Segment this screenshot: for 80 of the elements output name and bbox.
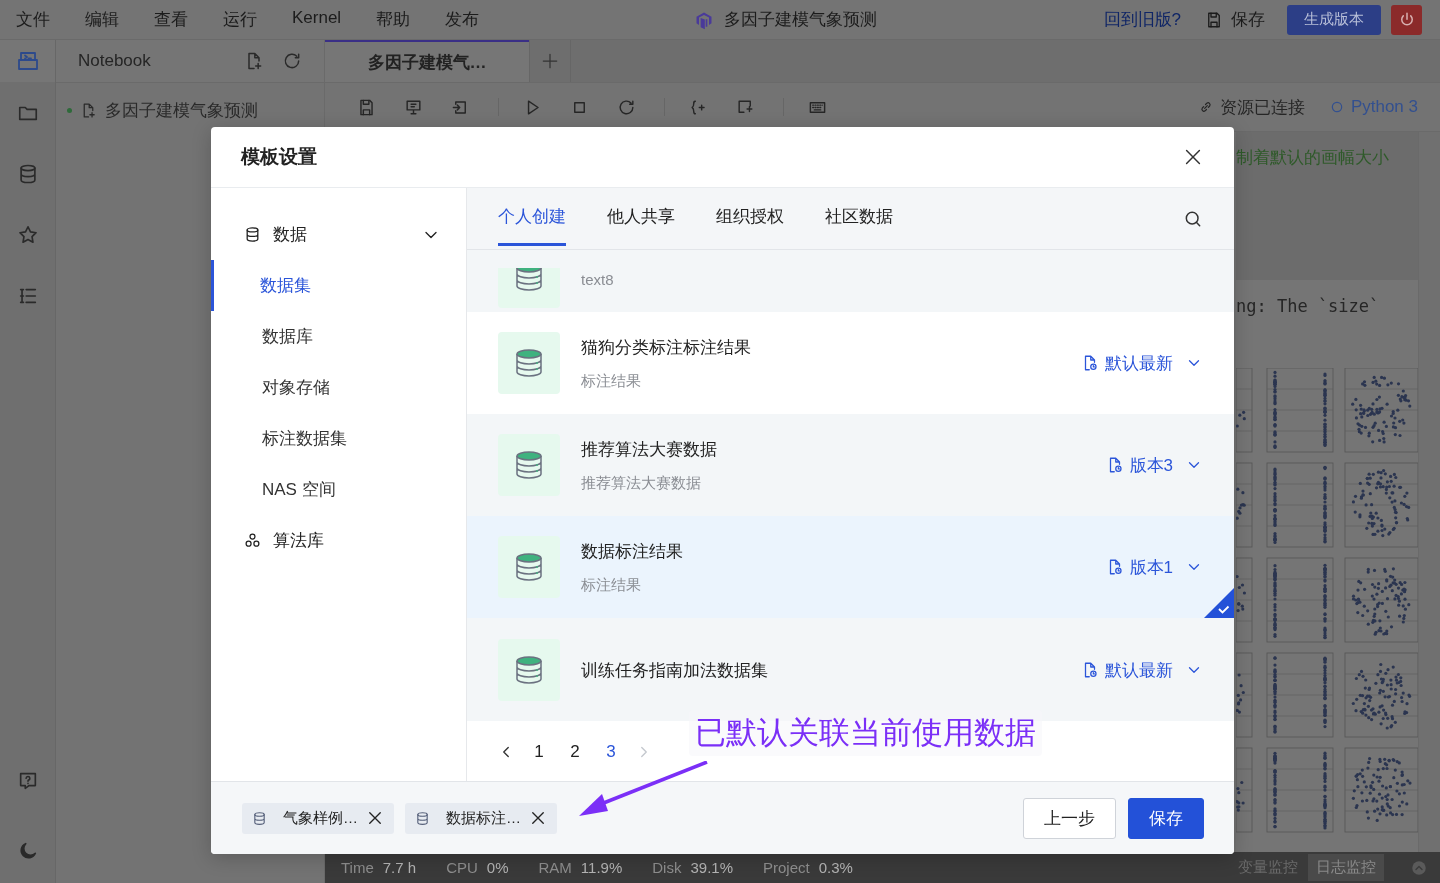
version-dropdown[interactable]: 版本3 <box>1105 453 1203 477</box>
dataset-description: 推荐算法大赛数据 <box>581 473 702 493</box>
dataset-chip[interactable]: 气象样例… <box>242 802 394 834</box>
dataset-description: text8 <box>581 271 615 288</box>
save-button[interactable]: 保存 <box>1128 797 1204 839</box>
database-icon <box>498 434 560 496</box>
back-button[interactable]: 上一步 <box>1023 797 1116 839</box>
menu-item[interactable]: 发布 <box>445 8 480 31</box>
database-icon <box>498 332 560 394</box>
metric-label: Disk <box>652 859 682 876</box>
check-icon <box>1204 588 1234 618</box>
tab[interactable]: 社区数据 <box>825 190 893 246</box>
dataset-description: 标注结果 <box>581 371 642 391</box>
nav-item[interactable]: 算法库 <box>211 515 466 566</box>
warning-text: ng: The `size` <box>1236 296 1381 316</box>
save-icon[interactable] <box>357 97 376 117</box>
metric-label: Project <box>763 859 810 876</box>
version-dropdown[interactable]: 版本1 <box>1105 555 1203 579</box>
version-dropdown[interactable]: 默认最新 <box>1081 658 1203 682</box>
tab[interactable]: 个人创建 <box>498 190 566 246</box>
chip-label: 数据标注… <box>446 808 521 828</box>
nav-item[interactable]: NAS 空间 <box>211 464 466 515</box>
refresh-icon[interactable] <box>282 51 302 71</box>
dataset-chip[interactable]: 数据标注… <box>405 802 557 834</box>
dataset-row[interactable]: 数据标注结果 标注结果 版本1 <box>467 516 1234 618</box>
cluster-icon <box>244 532 261 549</box>
cell-text: 制着默认的画幅大小 <box>1236 147 1390 169</box>
metric-label: CPU <box>446 859 478 876</box>
status-dot <box>67 108 72 113</box>
add-tab-icon[interactable] <box>540 51 560 71</box>
save-button[interactable]: 保存 <box>1205 8 1265 31</box>
database-icon <box>252 810 267 826</box>
remove-icon[interactable] <box>529 809 547 827</box>
resource-status: 资源已连接 <box>1219 96 1305 119</box>
refresh-icon[interactable] <box>617 97 636 117</box>
remove-icon[interactable] <box>366 809 384 827</box>
database-icon <box>415 810 430 826</box>
nav-item[interactable]: 对象存储 <box>211 362 466 413</box>
nav-item[interactable]: 标注数据集 <box>211 413 466 464</box>
database-icon <box>244 226 261 243</box>
tab[interactable]: 组织授权 <box>716 190 784 246</box>
menu-item[interactable]: 文件 <box>16 8 50 31</box>
menu-item[interactable]: 运行 <box>223 8 257 31</box>
star-icon[interactable] <box>16 224 39 246</box>
document-title: 多因子建模气象预测 <box>724 9 877 31</box>
page-link[interactable]: 1 <box>521 742 557 762</box>
page-link[interactable]: 3 <box>593 742 629 762</box>
menu-item[interactable]: 帮助 <box>376 8 411 31</box>
database-icon <box>498 536 560 598</box>
dataset-description: 标注结果 <box>581 575 642 595</box>
database-icon <box>498 639 560 701</box>
terminal-icon[interactable] <box>15 49 40 73</box>
dataset-name: 猫狗分类标注标注结果 <box>581 336 752 359</box>
dialog-title: 模板设置 <box>241 145 318 169</box>
metric-label: Time <box>341 859 374 876</box>
menu-item[interactable]: 查看 <box>154 8 188 31</box>
menu-item[interactable]: 编辑 <box>85 8 119 31</box>
version-dropdown[interactable]: 默认最新 <box>1081 351 1203 375</box>
save-icon <box>1205 10 1223 29</box>
dataset-name: 训练任务指南加法数据集 <box>581 659 769 682</box>
nav-item[interactable]: 数据 <box>211 209 466 260</box>
metric-value: 7.7 h <box>382 859 417 876</box>
nav-item[interactable]: 数据库 <box>211 311 466 362</box>
metric-value: 0.3% <box>818 859 853 876</box>
power-button[interactable] <box>1391 4 1422 35</box>
page-link[interactable]: 2 <box>557 742 593 762</box>
metric-value: 11.9% <box>580 859 623 876</box>
tab[interactable]: 他人共享 <box>607 190 675 246</box>
chip-label: 气象样例… <box>283 808 358 828</box>
dataset-row[interactable]: 猫狗分类标注标注结果 标注结果 默认最新 <box>467 312 1234 414</box>
metric-label: RAM <box>538 859 572 876</box>
panel-title: Notebook <box>78 51 152 71</box>
menu-item[interactable]: Kernel <box>292 8 342 31</box>
dataset-name: 推荐算法大赛数据 <box>581 438 718 461</box>
dataset-name: 数据标注结果 <box>581 540 684 563</box>
presentation-icon[interactable] <box>404 97 423 117</box>
notebook-tab[interactable]: 多因子建模气… <box>325 40 529 82</box>
metric-value: 0% <box>486 859 509 876</box>
publish-button[interactable]: 生成版本 <box>1287 4 1381 35</box>
metric-value: 39.1% <box>690 859 733 876</box>
